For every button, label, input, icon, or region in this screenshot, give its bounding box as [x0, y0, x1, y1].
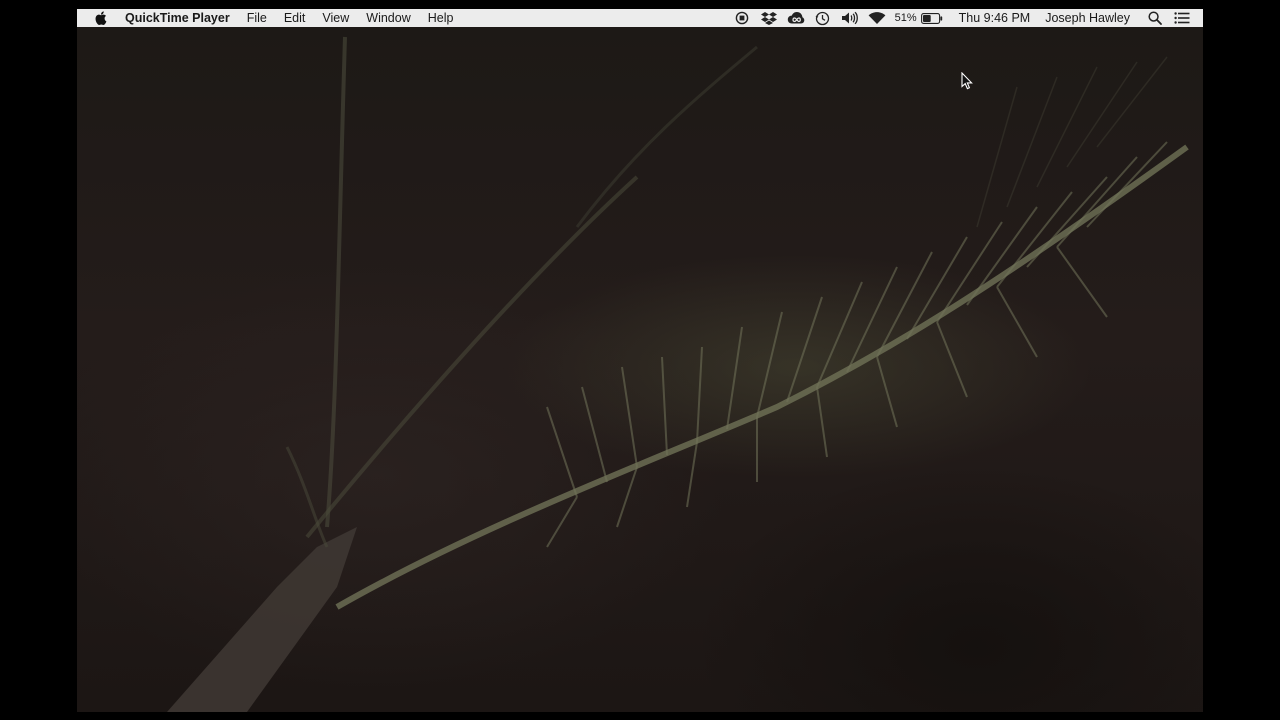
apple-menu-icon[interactable] — [93, 9, 109, 27]
notification-center-icon[interactable] — [1173, 9, 1191, 27]
mouse-cursor-icon — [961, 71, 973, 95]
user-name[interactable]: Joseph Hawley — [1045, 11, 1130, 25]
creative-cloud-icon[interactable] — [787, 9, 805, 27]
palm-tree-scene — [167, 36, 1189, 712]
battery-icon[interactable] — [920, 9, 944, 27]
frond-leaflets — [546, 141, 1168, 548]
menu-bar: QuickTime Player File Edit View Window H… — [77, 9, 1203, 27]
time-machine-icon[interactable] — [814, 9, 832, 27]
menu-edit[interactable]: Edit — [284, 9, 306, 27]
menu-clock[interactable]: Thu 9:46 PM — [959, 11, 1031, 25]
video-frame[interactable] — [77, 27, 1203, 712]
battery-percent[interactable]: 51% — [895, 12, 917, 24]
desktop-screen: QuickTime Player File Edit View Window H… — [77, 9, 1203, 712]
menu-app-quicktime[interactable]: QuickTime Player — [125, 9, 230, 27]
dropbox-icon[interactable] — [760, 9, 778, 27]
menu-help[interactable]: Help — [428, 9, 454, 27]
wifi-icon[interactable] — [868, 9, 886, 27]
frond-stem-back-1 — [325, 36, 347, 528]
screen-record-icon[interactable] — [733, 9, 751, 27]
frond-stem-back-2 — [305, 175, 639, 539]
volume-icon[interactable] — [841, 9, 859, 27]
menu-view[interactable]: View — [322, 9, 349, 27]
menu-file[interactable]: File — [247, 9, 267, 27]
palm-trunk — [167, 527, 357, 712]
frond-stem-main — [335, 144, 1189, 610]
spotlight-search-icon[interactable] — [1146, 9, 1164, 27]
menu-window[interactable]: Window — [366, 9, 410, 27]
